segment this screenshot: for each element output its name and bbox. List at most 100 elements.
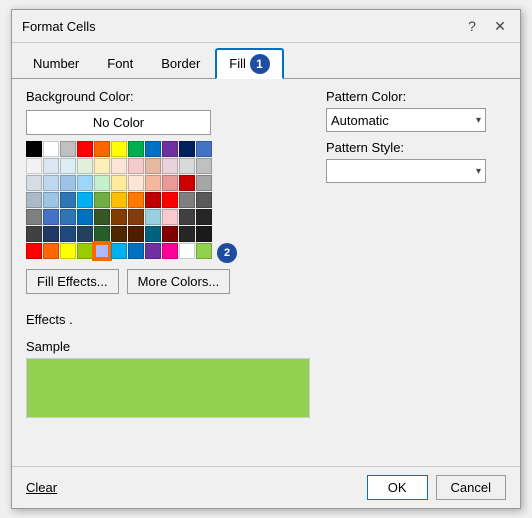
color-cell[interactable] — [128, 243, 144, 259]
color-cell[interactable] — [145, 243, 161, 259]
color-cell[interactable] — [77, 192, 93, 208]
help-button[interactable]: ? — [462, 16, 482, 36]
color-cell[interactable] — [145, 226, 161, 242]
color-cell[interactable] — [128, 158, 144, 174]
pattern-style-label: Pattern Style: — [326, 140, 506, 155]
format-cells-dialog: Format Cells ? ✕ Number Font Border Fill… — [11, 9, 521, 509]
color-cell[interactable] — [111, 175, 127, 191]
color-row-6 — [26, 226, 310, 242]
color-cell[interactable] — [77, 209, 93, 225]
color-cell[interactable] — [196, 243, 212, 259]
color-row-3 — [26, 175, 310, 191]
color-cell[interactable] — [94, 175, 110, 191]
pattern-color-label: Pattern Color: — [326, 89, 506, 104]
color-cell[interactable] — [26, 175, 42, 191]
color-cell[interactable] — [94, 209, 110, 225]
color-cell[interactable] — [162, 158, 178, 174]
color-cell[interactable] — [179, 175, 195, 191]
color-cell[interactable] — [26, 192, 42, 208]
color-cell[interactable] — [94, 192, 110, 208]
color-cell[interactable] — [196, 158, 212, 174]
color-cell[interactable] — [128, 226, 144, 242]
color-cell-selected[interactable] — [94, 243, 110, 259]
color-cell[interactable] — [43, 141, 59, 157]
color-cell[interactable] — [60, 192, 76, 208]
color-cell[interactable] — [145, 192, 161, 208]
color-cell[interactable] — [145, 141, 161, 157]
color-cell[interactable] — [111, 158, 127, 174]
color-cell[interactable] — [60, 158, 76, 174]
color-cell[interactable] — [196, 209, 212, 225]
color-cell[interactable] — [162, 175, 178, 191]
close-button[interactable]: ✕ — [490, 16, 510, 36]
color-cell[interactable] — [43, 175, 59, 191]
color-cell[interactable] — [196, 192, 212, 208]
color-cell[interactable] — [111, 226, 127, 242]
ok-button[interactable]: OK — [367, 475, 428, 500]
color-cell[interactable] — [77, 158, 93, 174]
color-cell[interactable] — [94, 158, 110, 174]
color-cell[interactable] — [94, 141, 110, 157]
color-cell[interactable] — [43, 209, 59, 225]
pattern-style-dropdown[interactable]: ▾ — [326, 159, 486, 183]
tab-font[interactable]: Font — [94, 48, 146, 79]
color-cell[interactable] — [43, 243, 59, 259]
color-cell[interactable] — [162, 141, 178, 157]
color-cell[interactable] — [145, 175, 161, 191]
color-cell[interactable] — [111, 209, 127, 225]
color-cell[interactable] — [94, 226, 110, 242]
color-cell[interactable] — [179, 209, 195, 225]
color-row-4 — [26, 192, 310, 208]
color-cell[interactable] — [128, 175, 144, 191]
color-cell[interactable] — [26, 226, 42, 242]
color-cell[interactable] — [43, 192, 59, 208]
color-cell[interactable] — [77, 243, 93, 259]
color-cell[interactable] — [111, 192, 127, 208]
color-cell[interactable] — [26, 141, 42, 157]
pattern-color-dropdown[interactable]: Automatic ▾ — [326, 108, 486, 132]
color-cell[interactable] — [77, 175, 93, 191]
no-color-button[interactable]: No Color — [26, 110, 211, 135]
color-cell[interactable] — [179, 141, 195, 157]
tab-number[interactable]: Number — [20, 48, 92, 79]
fill-effects-button[interactable]: Fill Effects... — [26, 269, 119, 294]
color-cell[interactable] — [162, 209, 178, 225]
color-cell[interactable] — [162, 243, 178, 259]
color-cell[interactable] — [179, 226, 195, 242]
color-cell[interactable] — [26, 158, 42, 174]
clear-button[interactable]: Clear — [26, 480, 57, 495]
color-cell[interactable] — [60, 209, 76, 225]
color-cell[interactable] — [179, 243, 195, 259]
color-cell[interactable] — [111, 243, 127, 259]
color-cell[interactable] — [77, 141, 93, 157]
color-cell[interactable] — [26, 209, 42, 225]
more-colors-button[interactable]: More Colors... — [127, 269, 231, 294]
tab-border[interactable]: Border — [148, 48, 213, 79]
color-cell[interactable] — [128, 141, 144, 157]
color-cell[interactable] — [111, 141, 127, 157]
color-cell[interactable] — [145, 209, 161, 225]
color-cell[interactable] — [196, 175, 212, 191]
color-cell[interactable] — [77, 226, 93, 242]
color-cell[interactable] — [145, 158, 161, 174]
color-cell[interactable] — [26, 243, 42, 259]
color-cell[interactable] — [60, 175, 76, 191]
color-cell[interactable] — [60, 243, 76, 259]
color-cell[interactable] — [179, 192, 195, 208]
tab-fill[interactable]: Fill 1 — [215, 48, 283, 79]
cancel-button[interactable]: Cancel — [436, 475, 506, 500]
color-cell[interactable] — [128, 192, 144, 208]
color-cell[interactable] — [179, 158, 195, 174]
right-panel: Pattern Color: Automatic ▾ Pattern Style… — [326, 89, 506, 456]
color-cell[interactable] — [196, 141, 212, 157]
color-cell[interactable] — [196, 226, 212, 242]
color-cell[interactable] — [43, 158, 59, 174]
color-cell[interactable] — [162, 226, 178, 242]
color-cell[interactable] — [43, 226, 59, 242]
background-color-label: Background Color: — [26, 89, 310, 104]
color-cell[interactable] — [60, 226, 76, 242]
color-cell[interactable] — [128, 209, 144, 225]
left-panel: Background Color: No Color — [26, 89, 310, 456]
color-cell[interactable] — [162, 192, 178, 208]
color-cell[interactable] — [60, 141, 76, 157]
